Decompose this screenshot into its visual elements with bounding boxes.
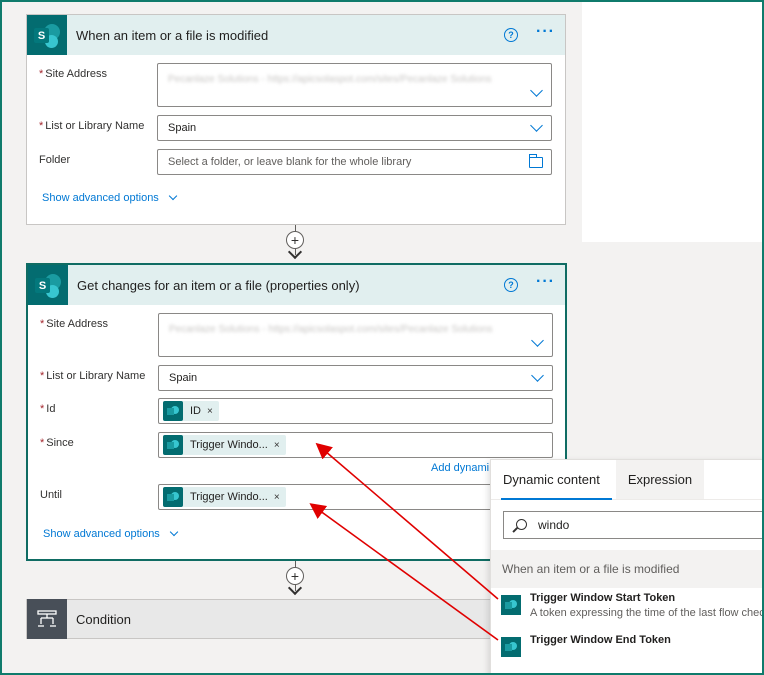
sharepoint-icon: S [27, 15, 67, 55]
action-card-title: Get changes for an item or a file (prope… [77, 277, 360, 293]
sharepoint-icon [501, 595, 521, 615]
id-label: * Id [40, 403, 56, 415]
since-label: * Since [40, 437, 74, 449]
chevron-down-icon [530, 119, 543, 132]
remove-token-icon[interactable]: × [274, 492, 286, 503]
flow-designer-canvas: S When an item or a file is modified ? ·… [0, 0, 764, 675]
dynamic-item-start-token[interactable]: Trigger Window Start Token A token expre… [501, 592, 764, 619]
sharepoint-icon [163, 401, 183, 421]
condition-icon [27, 599, 67, 639]
sharepoint-icon [163, 435, 183, 455]
until-token[interactable]: Trigger Windo... × [163, 487, 286, 507]
trigger-card: S When an item or a file is modified ? ·… [26, 14, 566, 225]
folder-placeholder: Select a folder, or leave blank for the … [168, 156, 412, 168]
site-address-label: * Site Address [39, 68, 108, 80]
condition-card-title: Condition [76, 611, 131, 627]
condition-card[interactable]: Condition [26, 599, 506, 639]
list-name-dropdown[interactable]: Spain [157, 115, 552, 141]
more-options-icon[interactable]: ··· [536, 274, 555, 293]
chevron-down-icon [530, 84, 543, 97]
sharepoint-icon [501, 637, 521, 657]
action-card-header[interactable]: S Get changes for an item or a file (pro… [28, 265, 565, 305]
search-icon [516, 519, 527, 530]
dynamic-content-search-input[interactable]: windo [503, 511, 762, 539]
show-advanced-options-link[interactable]: Show advanced options [43, 527, 179, 540]
list-name-label: * List or Library Name [39, 120, 145, 132]
chevron-down-icon [169, 527, 179, 537]
trigger-card-title: When an item or a file is modified [76, 27, 269, 43]
list-name-value: Spain [169, 372, 198, 384]
tab-dynamic-content[interactable]: Dynamic content [491, 460, 612, 500]
help-icon[interactable]: ? [504, 278, 519, 292]
help-icon[interactable]: ? [504, 28, 519, 42]
chevron-down-icon [531, 334, 544, 347]
dynamic-content-panel: Dynamic content Expression windo When an… [490, 459, 764, 673]
add-dynamic-content-link[interactable]: Add dynami [431, 462, 489, 474]
site-address-dropdown[interactable]: Pecanlaze Solutions - https://apicsolasp… [158, 313, 553, 357]
since-token[interactable]: Trigger Windo... × [163, 435, 286, 455]
tab-expression[interactable]: Expression [615, 460, 705, 499]
sharepoint-icon: S [28, 265, 68, 305]
id-input[interactable]: ID × [158, 398, 553, 424]
site-address-value: Pecanlaze Solutions - https://apicsolasp… [169, 324, 493, 335]
search-value: windo [538, 518, 570, 532]
id-token[interactable]: ID × [163, 401, 219, 421]
trigger-card-header[interactable]: S When an item or a file is modified ? ·… [27, 15, 565, 55]
chevron-down-icon [531, 369, 544, 382]
dynamic-item-desc: A token expressing the time of the last … [530, 607, 764, 619]
dynamic-item-name: Trigger Window End Token [530, 634, 671, 646]
more-options-icon[interactable]: ··· [536, 24, 555, 43]
chevron-down-icon [168, 191, 178, 201]
site-address-dropdown[interactable]: Pecanlaze Solutions - https://apicsolasp… [157, 63, 552, 107]
site-address-value: Pecanlaze Solutions - https://apicsolasp… [168, 74, 492, 85]
site-address-label: * Site Address [40, 318, 109, 330]
show-advanced-options-link[interactable]: Show advanced options [42, 191, 178, 204]
dynamic-item-name: Trigger Window Start Token [530, 592, 676, 604]
folder-label: Folder [39, 154, 71, 166]
since-input[interactable]: Trigger Windo... × [158, 432, 553, 458]
folder-icon[interactable] [529, 154, 543, 168]
list-name-value: Spain [168, 122, 197, 134]
panel-tabs: Dynamic content Expression [491, 460, 762, 500]
folder-input[interactable]: Select a folder, or leave blank for the … [157, 149, 552, 175]
list-name-dropdown[interactable]: Spain [158, 365, 553, 391]
until-label: Until [40, 489, 63, 501]
blank-area [582, 2, 762, 242]
dynamic-item-end-token[interactable]: Trigger Window End Token [501, 634, 762, 657]
remove-token-icon[interactable]: × [274, 440, 286, 451]
remove-token-icon[interactable]: × [207, 406, 219, 417]
sharepoint-icon [163, 487, 183, 507]
action-card: S Get changes for an item or a file (pro… [27, 264, 566, 560]
section-header[interactable]: When an item or a file is modified [491, 550, 762, 588]
list-name-label: * List or Library Name [40, 370, 146, 382]
